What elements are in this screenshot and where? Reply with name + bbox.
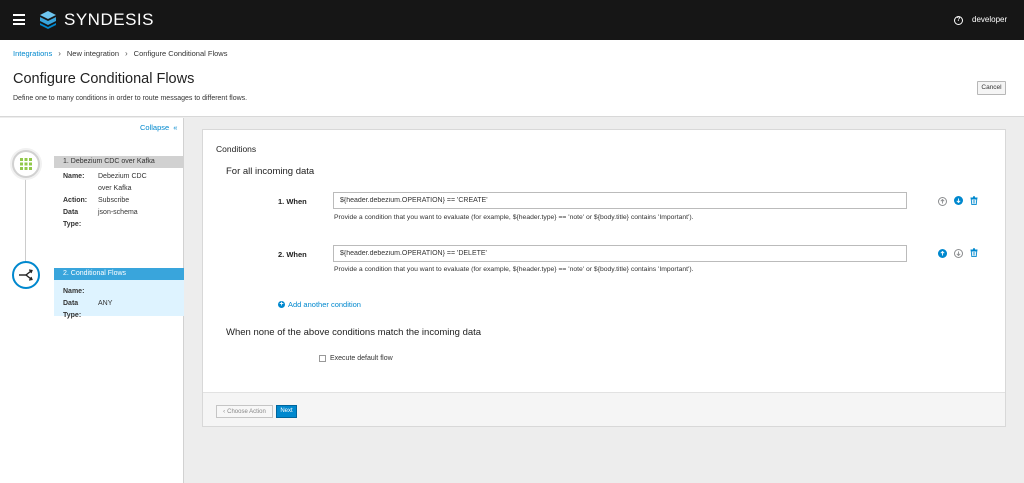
syndesis-logo[interactable] [38, 10, 58, 30]
incoming-data-title: For all incoming data [226, 166, 315, 177]
breadcrumb-integrations[interactable]: Integrations [13, 49, 52, 58]
page-title: Configure Conditional Flows [13, 71, 195, 87]
step-1-details: Name: Debezium CDC over Kafka Action: Su… [54, 171, 184, 228]
step-2-details: Name: Data Type: ANY [54, 280, 184, 319]
page-subtitle: Define one to many conditions in order t… [13, 95, 248, 102]
conditions-card: Conditions For all incoming data 1. When… [202, 129, 1006, 427]
move-down-icon[interactable] [954, 249, 963, 258]
default-flow-option: Execute default flow [319, 355, 393, 362]
trash-icon[interactable] [970, 196, 978, 205]
detail-key: Name: [63, 173, 85, 180]
move-up-icon[interactable] [938, 249, 947, 258]
collapse-label: Collapse [140, 123, 170, 132]
choose-action-button[interactable]: ‹ Choose Action [216, 405, 273, 418]
detail-value: Debezium CDC over Kafka [98, 173, 147, 192]
integration-steps-sidebar: Collapse « 1. Debezium CDC over Kafka Na… [0, 118, 184, 483]
detail-value: Subscribe [98, 197, 130, 204]
user-menu[interactable]: developer [972, 15, 1007, 24]
trash-icon[interactable] [970, 248, 978, 257]
execute-default-flow-label[interactable]: Execute default flow [330, 355, 393, 362]
step-2-title[interactable]: 2. Conditional Flows [54, 268, 184, 280]
step-2-datatype-row: Data Type: ANY [54, 298, 184, 322]
condition-2-label: 2. When [278, 250, 307, 259]
default-flow-title: When none of the above conditions match … [226, 327, 482, 338]
step-1-datatype-row: Data Type: json-schema [54, 207, 184, 231]
step-1-title[interactable]: 1. Debezium CDC over Kafka [54, 156, 184, 168]
execute-default-flow-checkbox[interactable] [319, 355, 326, 362]
plus-circle-icon: + [278, 301, 285, 308]
chevron-right-icon: › [58, 49, 61, 58]
detail-value: ANY [98, 300, 113, 307]
condition-2-help: Provide a condition that you want to eva… [334, 266, 694, 273]
debezium-icon [20, 158, 32, 170]
move-down-icon[interactable] [954, 196, 963, 205]
chevron-right-icon: › [125, 49, 128, 58]
conditional-flow-icon [19, 269, 33, 281]
hamburger-icon[interactable] [13, 14, 25, 25]
detail-value [98, 286, 158, 298]
move-up-icon[interactable] [938, 197, 947, 206]
card-footer: ‹ Choose Action Next [203, 393, 1005, 426]
condition-1-input[interactable] [333, 192, 907, 209]
step-1-action-row: Action: Subscribe [54, 195, 184, 207]
detail-key: Action: [63, 197, 88, 204]
step-1-name-row: Name: Debezium CDC over Kafka [54, 171, 184, 195]
cancel-button[interactable]: Cancel [977, 81, 1006, 95]
next-button[interactable]: Next [276, 405, 297, 418]
condition-1-label: 1. When [278, 197, 307, 206]
double-chevron-left-icon: « [173, 123, 178, 132]
condition-2-input[interactable] [333, 245, 907, 262]
breadcrumb-new-integration: New integration [66, 49, 119, 58]
step-2-name-row: Name: [54, 280, 184, 298]
add-condition-button[interactable]: + Add another condition [278, 300, 361, 309]
brand-name[interactable]: SYNDESIS [64, 10, 154, 30]
page-header: Integrations › New integration › Configu… [0, 40, 1024, 117]
breadcrumb: Integrations › New integration › Configu… [13, 49, 227, 58]
help-icon[interactable]: ? [954, 16, 963, 25]
add-condition-label: Add another condition [288, 300, 361, 309]
collapse-button[interactable]: Collapse « [140, 123, 177, 132]
step-2-icon[interactable] [12, 261, 40, 289]
step-1-icon[interactable] [12, 150, 40, 178]
conditions-title: Conditions [216, 144, 257, 154]
condition-1-help: Provide a condition that you want to eva… [334, 214, 694, 221]
choose-action-label: Choose Action [227, 408, 266, 415]
detail-key: Data Type: [63, 209, 82, 228]
detail-value: json-schema [98, 209, 138, 216]
breadcrumb-current: Configure Conditional Flows [133, 49, 228, 58]
chevron-left-icon: ‹ [223, 408, 226, 415]
detail-key: Data Type: [63, 300, 82, 319]
top-navbar: SYNDESIS ? developer [0, 0, 1024, 40]
detail-key: Name: [63, 288, 85, 295]
